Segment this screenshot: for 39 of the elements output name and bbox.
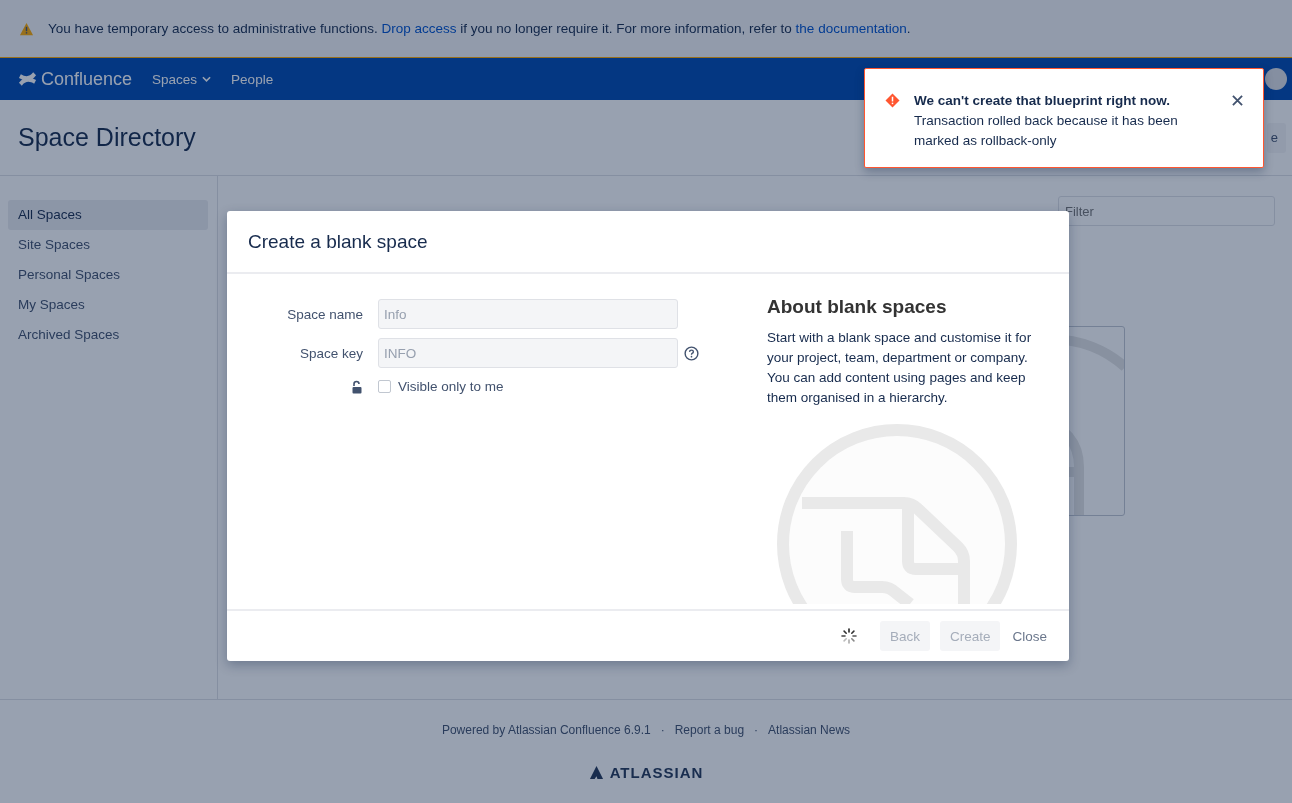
drop-access-link[interactable]: Drop access xyxy=(381,21,457,36)
filter-field[interactable]: Filter xyxy=(1058,196,1275,226)
confluence-logo[interactable]: Confluence xyxy=(41,68,133,90)
footer-link[interactable]: Powered by Atlassian Confluence 6.9.1 xyxy=(441,723,651,737)
visibility-checkbox[interactable] xyxy=(378,380,391,393)
close-link[interactable]: Close xyxy=(1010,628,1049,644)
close-icon[interactable] xyxy=(1232,95,1243,106)
error-icon xyxy=(885,93,900,108)
avatar[interactable] xyxy=(1265,68,1287,90)
field-label: Space name xyxy=(286,306,364,322)
footer-link[interactable]: Report a bug xyxy=(674,723,745,737)
page-title: Space Directory xyxy=(18,123,196,152)
toast-title: We can't create that blueprint right now. xyxy=(914,92,1171,110)
sidebar-item[interactable]: Archived Spaces xyxy=(8,320,208,350)
checkbox-label: Visible only to me xyxy=(398,379,504,394)
confluence-logo-icon[interactable] xyxy=(18,71,37,87)
about-description: Start with a blank space and customise it for your project, team, department or company. You can add content using pages and keep them organised in a hierarchy. xyxy=(767,329,1033,407)
atlassian-wordmark: ATLASSIAN xyxy=(609,764,704,781)
field-label: Space key xyxy=(298,345,364,361)
dialog-title: Create a blank space xyxy=(248,230,428,253)
documentation-link[interactable]: the documentation xyxy=(795,21,907,36)
sidebar-item[interactable]: My Spaces xyxy=(8,290,208,320)
separator-dot: · xyxy=(754,723,759,737)
footer-link[interactable]: Atlassian News xyxy=(768,723,851,737)
create-space-button[interactable]: e xyxy=(1266,122,1286,153)
toast-message: Transaction rolled back because it has been marked as rollback-only xyxy=(914,112,1179,150)
warning-icon xyxy=(19,21,34,36)
unlock-icon xyxy=(351,379,363,394)
sidebar-item[interactable]: Site Spaces xyxy=(8,230,208,260)
caret-icon xyxy=(202,76,212,82)
nav-menu-item[interactable]: People xyxy=(231,71,274,87)
atlassian-logo-icon xyxy=(588,765,604,780)
nav-menu-item[interactable]: Spaces xyxy=(152,71,212,87)
help-icon[interactable] xyxy=(684,345,699,361)
sidebar-item[interactable]: All Spaces xyxy=(8,200,208,230)
about-title: About blank spaces xyxy=(767,296,948,318)
sidebar-item[interactable]: Personal Spaces xyxy=(8,260,208,290)
separator-dot: · xyxy=(660,723,665,737)
banner-message: You have temporary access to administrative functions. Drop access if you no longer require it. For more information, refer to the documentation. xyxy=(48,21,911,36)
